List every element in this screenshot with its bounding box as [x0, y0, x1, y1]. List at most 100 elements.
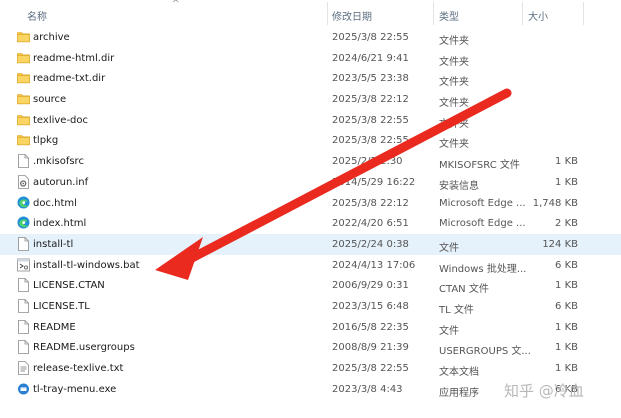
folder-icon	[17, 133, 30, 147]
file-type: Microsoft Edge ...	[439, 197, 526, 209]
file-name: texlive-doc	[33, 114, 89, 126]
file-type: CTAN 文件	[439, 284, 489, 296]
file-row[interactable]: LICENSE.TL 2023/3/15 6:48 TL 文件 6 KB	[0, 296, 621, 317]
file-type: TL 文件	[439, 304, 474, 316]
file-row[interactable]: install-tl 2025/2/24 0:38 文件 124 KB	[0, 233, 621, 255]
file-row[interactable]: doc.html 2025/3/8 22:12 Microsoft Edge ...…	[0, 193, 621, 214]
file-name: LICENSE.CTAN	[33, 280, 105, 292]
file-type: 文本文档	[439, 367, 479, 378]
file-name: tlpkg	[33, 135, 59, 147]
file-row[interactable]: source 2025/3/8 22:12 文件夹	[0, 89, 621, 110]
file-type: 文件夹	[439, 36, 469, 47]
file-type: 文件	[439, 325, 459, 337]
file-row[interactable]: tlpkg 2025/3/8 22:55 文件夹	[0, 130, 621, 151]
file-size: 1,748 KB	[532, 197, 578, 209]
column-divider[interactable]	[327, 2, 328, 25]
file-list: archive 2025/3/8 22:55 文件夹 readme-html.dir 2…	[0, 27, 621, 399]
folder-icon	[17, 30, 30, 44]
file-date: 2023/5/5 23:38	[332, 73, 409, 85]
file-name: install-tl	[33, 238, 74, 250]
file-name: LICENSE.TL	[33, 300, 90, 312]
file-type: Windows 批处理...	[439, 263, 527, 275]
text-file-icon	[17, 361, 30, 375]
file-row[interactable]: index.html 2022/4/20 6:51 Microsoft Edge .…	[0, 213, 621, 234]
file-type: 文件夹	[439, 118, 469, 130]
file-date: 2022/4/20 6:51	[332, 218, 409, 230]
file-type: Microsoft Edge ...	[439, 218, 526, 230]
file-date: 2006/9/29 0:31	[332, 280, 409, 292]
file-name: index.html	[33, 218, 87, 230]
file-date: 2025/3/8 22:55	[332, 135, 409, 147]
file-size: 6 KB	[555, 259, 578, 271]
file-size: 1 KB	[555, 156, 578, 168]
file-icon	[17, 340, 30, 355]
file-date: 2024/4/13 17:06	[332, 259, 416, 271]
file-size: 124 KB	[542, 238, 578, 250]
file-date: 2014/5/29 16:22	[332, 176, 416, 188]
folder-icon	[17, 51, 30, 65]
file-type: USERGROUPS 文...	[439, 346, 531, 358]
file-name: .mkisofsrc	[33, 156, 84, 168]
column-header-bar: ^ 名称 修改日期 类型 大小	[0, 0, 621, 27]
file-icon	[17, 319, 30, 334]
file-name: readme-txt.dir	[33, 73, 106, 85]
file-icon	[17, 278, 30, 293]
folder-icon	[17, 71, 30, 85]
watermark-text: 知乎 @冷血	[504, 382, 584, 400]
file-date: 2025/3/8 22:12	[332, 94, 409, 106]
sort-up-icon[interactable]: ^	[172, 0, 180, 9]
file-size: 2 KB	[555, 218, 578, 230]
file-type: 安装信息	[439, 180, 479, 192]
file-name: release-texlive.txt	[33, 363, 124, 374]
file-size: 1 KB	[555, 321, 578, 333]
file-row[interactable]: README.usergroups 2008/8/9 21:39 USERGROUP…	[0, 337, 621, 358]
file-date: 2025/2/24 0:38	[332, 238, 409, 250]
file-size: 1 KB	[555, 342, 578, 354]
file-date: 2016/5/8 22:35	[332, 321, 409, 333]
folder-icon	[17, 92, 30, 106]
file-name: archive	[33, 32, 70, 43]
file-size: 1 KB	[555, 176, 578, 188]
file-date: 2023/3/15 6:48	[332, 300, 409, 312]
file-date: 2008/8/9 21:39	[332, 342, 409, 354]
column-divider[interactable]	[522, 2, 523, 25]
file-type: 文件	[439, 242, 459, 254]
column-divider[interactable]	[433, 2, 434, 25]
file-name: install-tl-windows.bat	[33, 259, 140, 271]
file-date: 2025/3/8 22:55	[332, 32, 409, 43]
file-row[interactable]: README 2016/5/8 22:35 文件 1 KB	[0, 317, 621, 338]
file-row[interactable]: texlive-doc 2025/3/8 22:55 文件夹	[0, 110, 621, 131]
file-row[interactable]: autorun.inf 2014/5/29 16:22 安装信息 1 KB	[0, 172, 621, 193]
file-size: 6 KB	[555, 300, 578, 312]
file-row[interactable]: .mkisofsrc 2025/2/2 2:30 MKISOFSRC 文件 1 KB	[0, 151, 621, 172]
column-header-name[interactable]: 名称	[27, 8, 47, 23]
file-row[interactable]: readme-txt.dir 2023/5/5 23:38 文件夹	[0, 68, 621, 89]
file-type: 文件夹	[439, 139, 469, 151]
file-size: 1 KB	[555, 363, 578, 374]
settings-file-icon	[17, 174, 30, 189]
file-row[interactable]: install-tl-windows.bat 2024/4/13 17:06 Win…	[0, 255, 621, 276]
folder-icon	[17, 113, 30, 127]
file-row[interactable]: LICENSE.CTAN 2006/9/29 0:31 CTAN 文件 1 KB	[0, 275, 621, 296]
column-header-date[interactable]: 修改日期	[332, 8, 372, 23]
batch-file-icon	[17, 258, 30, 272]
column-divider[interactable]	[583, 2, 584, 25]
file-row[interactable]: archive 2025/3/8 22:55 文件夹	[0, 27, 621, 48]
file-icon	[17, 154, 30, 169]
edge-icon	[17, 216, 30, 230]
file-name: readme-html.dir	[33, 52, 115, 64]
edge-icon	[17, 196, 30, 210]
column-header-size[interactable]: 大小	[528, 8, 548, 23]
file-icon	[17, 299, 30, 313]
file-date: 2025/3/8 22:12	[332, 197, 409, 209]
file-name: source	[33, 94, 67, 106]
file-type: MKISOFSRC 文件	[439, 160, 520, 172]
column-header-type[interactable]: 类型	[439, 8, 459, 23]
file-date: 2023/3/8 4:43	[332, 383, 403, 395]
file-name: README.usergroups	[33, 342, 135, 354]
file-row[interactable]: release-texlive.txt 2025/3/8 22:55 文本文档 1 K…	[0, 358, 621, 379]
file-name: autorun.inf	[33, 176, 89, 188]
file-row[interactable]: readme-html.dir 2024/6/21 9:41 文件夹	[0, 48, 621, 69]
file-name: README	[33, 321, 76, 333]
file-type: 应用程序	[439, 387, 479, 399]
